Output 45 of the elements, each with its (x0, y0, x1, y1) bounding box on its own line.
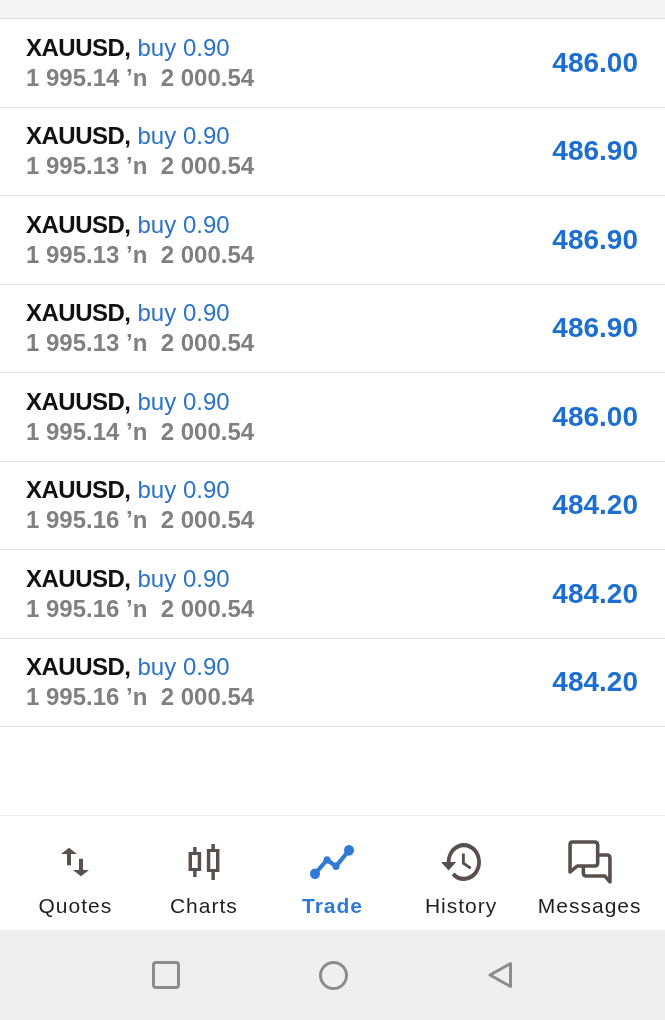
candlestick-icon (187, 844, 220, 880)
nav-tab[interactable]: Quotes (11, 816, 140, 930)
profit-value: 486.00 (552, 45, 638, 80)
nav-tab[interactable]: Charts (139, 816, 269, 930)
profit-value: 484.20 (552, 665, 638, 700)
symbol-label: XAUUSD, (26, 298, 131, 329)
price-range-label: 1 995.16 ’n 2 000.54 (26, 682, 255, 713)
price-range-label: 1 995.16 ’n 2 000.54 (26, 593, 255, 624)
symbol-label: XAUUSD, (26, 563, 131, 594)
profit-value: 486.90 (552, 311, 638, 346)
order-type-label: buy 0.90 (137, 209, 230, 240)
profit-value: 484.20 (552, 576, 638, 611)
price-range-label: 1 995.13 ’n 2 000.54 (26, 239, 255, 270)
back-icon[interactable] (487, 961, 513, 989)
symbol-label: XAUUSD, (26, 209, 131, 240)
nav-tab[interactable]: History (396, 816, 526, 930)
price-range-label: 1 995.16 ’n 2 000.54 (26, 505, 255, 536)
symbol-label: XAUUSD, (26, 121, 131, 152)
order-type-label: buy 0.90 (137, 563, 230, 594)
profit-value: 486.90 (552, 222, 638, 257)
arrows-up-down-icon (60, 847, 91, 877)
recents-icon[interactable] (152, 961, 180, 989)
chat-bubbles-icon (567, 840, 612, 884)
symbol-label: XAUUSD, (26, 32, 131, 63)
home-icon[interactable] (319, 960, 348, 990)
symbol-label: XAUUSD, (26, 652, 131, 683)
order-type-label: buy 0.90 (137, 32, 230, 63)
profit-value: 486.90 (552, 134, 638, 169)
price-range-label: 1 995.13 ’n 2 000.54 (26, 328, 255, 359)
order-type-label: buy 0.90 (137, 298, 230, 329)
history-icon (441, 843, 482, 881)
profit-value: 486.00 (552, 399, 638, 434)
nav-tab[interactable]: Messages (525, 816, 654, 930)
nav-tab[interactable]: Trade (268, 816, 397, 930)
profit-value: 484.20 (552, 488, 638, 523)
order-type-label: buy 0.90 (137, 475, 230, 506)
symbol-label: XAUUSD, (26, 386, 131, 417)
trend-line-icon (310, 845, 355, 879)
price-range-label: 1 995.13 ’n 2 000.54 (26, 151, 255, 182)
price-range-label: 1 995.14 ’n 2 000.54 (26, 416, 255, 447)
order-type-label: buy 0.90 (137, 386, 230, 417)
order-type-label: buy 0.90 (137, 652, 230, 683)
order-type-label: buy 0.90 (137, 121, 230, 152)
price-range-label: 1 995.14 ’n 2 000.54 (26, 62, 255, 93)
symbol-label: XAUUSD, (26, 475, 131, 506)
